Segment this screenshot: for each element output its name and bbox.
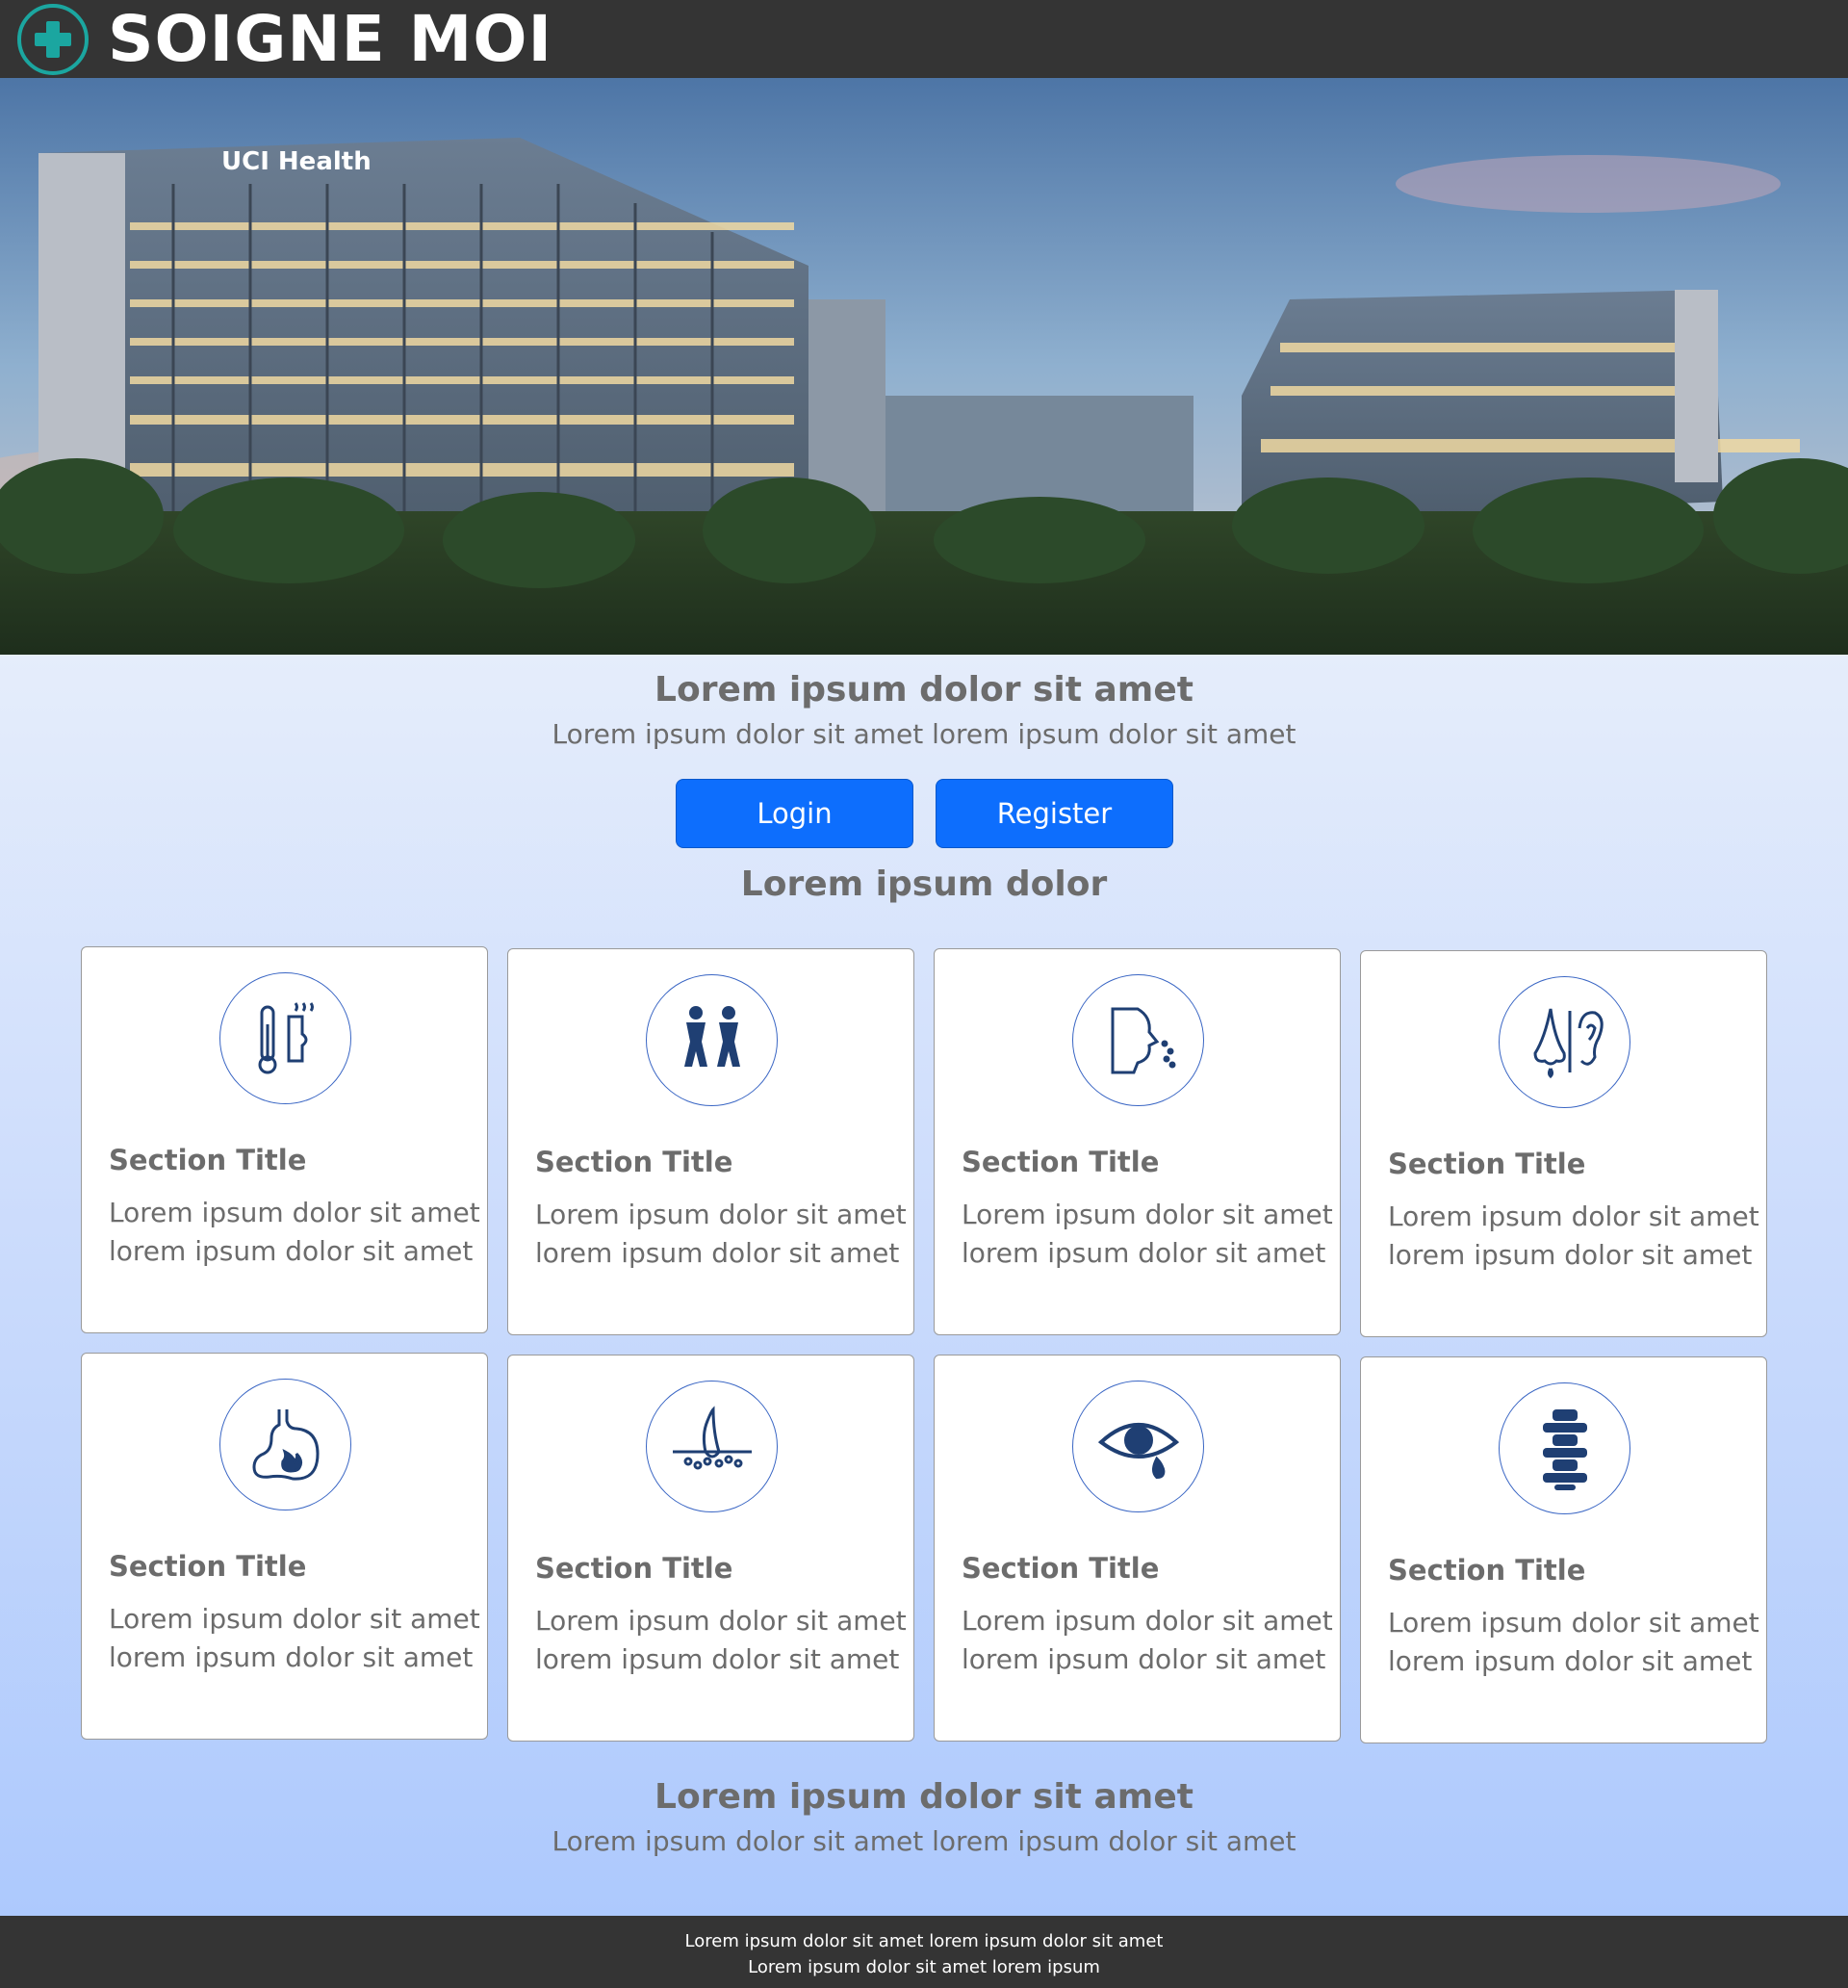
login-button[interactable]: Login: [676, 779, 913, 848]
card-title: Section Title: [1388, 1148, 1586, 1180]
card-title: Section Title: [962, 1552, 1160, 1585]
card-title: Section Title: [109, 1144, 307, 1176]
service-card[interactable]: Section Title Lorem ipsum dolor sit amet…: [81, 1353, 488, 1740]
footer-line: Lorem ipsum dolor sit amet lorem ipsum: [748, 1957, 1100, 1977]
footer-line: Lorem ipsum dolor sit amet lorem ipsum d…: [684, 1931, 1164, 1951]
card-text: Lorem ipsum dolor sit amet lorem ipsum do…: [535, 1605, 907, 1675]
card-title: Section Title: [535, 1146, 733, 1178]
eye-tear-icon: [1072, 1381, 1204, 1512]
register-button[interactable]: Register: [936, 779, 1173, 848]
card-text: Lorem ipsum dolor sit amet lorem ipsum do…: [962, 1199, 1333, 1269]
spine-icon: [1499, 1382, 1630, 1514]
card-text: Lorem ipsum dolor sit amet lorem ipsum do…: [109, 1197, 480, 1267]
hospital-building-photo: UCI Health: [0, 78, 1848, 655]
urinary-icon: [646, 974, 778, 1106]
service-card[interactable]: Section Title Lorem ipsum dolor sit amet…: [934, 948, 1341, 1335]
footer: Lorem ipsum dolor sit amet lorem ipsum d…: [0, 1916, 1848, 1988]
card-title: Section Title: [1388, 1554, 1586, 1587]
card-text: Lorem ipsum dolor sit amet lorem ipsum do…: [1388, 1607, 1759, 1677]
brand-name[interactable]: SOIGNE MOI: [108, 7, 552, 71]
service-card[interactable]: Section Title Lorem ipsum dolor sit amet…: [507, 1355, 914, 1742]
nose-ear-icon: [1499, 976, 1630, 1108]
cough-icon: [1072, 974, 1204, 1106]
card-title: Section Title: [962, 1146, 1160, 1178]
intro-title: Lorem ipsum dolor sit amet: [654, 670, 1194, 710]
outro-title: Lorem ipsum dolor sit amet: [654, 1777, 1194, 1817]
service-card[interactable]: Section Title Lorem ipsum dolor sit amet…: [934, 1355, 1341, 1742]
service-card[interactable]: Section Title Lorem ipsum dolor sit amet…: [1360, 1356, 1767, 1743]
skin-hair-icon: [646, 1381, 778, 1512]
services-heading: Lorem ipsum dolor: [740, 865, 1108, 904]
card-text: Lorem ipsum dolor sit amet lorem ipsum do…: [535, 1199, 907, 1269]
fever-thermometer-icon: [219, 972, 351, 1104]
medical-cross-icon[interactable]: [17, 3, 89, 75]
service-card[interactable]: Section Title Lorem ipsum dolor sit amet…: [1360, 950, 1767, 1337]
service-card[interactable]: Section Title Lorem ipsum dolor sit amet…: [507, 948, 914, 1335]
card-text: Lorem ipsum dolor sit amet lorem ipsum do…: [109, 1603, 480, 1673]
card-title: Section Title: [535, 1552, 733, 1585]
intro-subtitle: Lorem ipsum dolor sit amet lorem ipsum d…: [552, 718, 1296, 750]
card-text: Lorem ipsum dolor sit amet lorem ipsum do…: [962, 1605, 1333, 1675]
top-navbar: SOIGNE MOI: [0, 0, 1848, 78]
outro-subtitle: Lorem ipsum dolor sit amet lorem ipsum d…: [552, 1825, 1296, 1857]
service-card[interactable]: Section Title Lorem ipsum dolor sit amet…: [81, 946, 488, 1333]
card-text: Lorem ipsum dolor sit amet lorem ipsum do…: [1388, 1201, 1759, 1271]
hospital-sign: UCI Health: [221, 147, 372, 176]
stomach-burn-icon: [219, 1379, 351, 1510]
card-title: Section Title: [109, 1550, 307, 1583]
